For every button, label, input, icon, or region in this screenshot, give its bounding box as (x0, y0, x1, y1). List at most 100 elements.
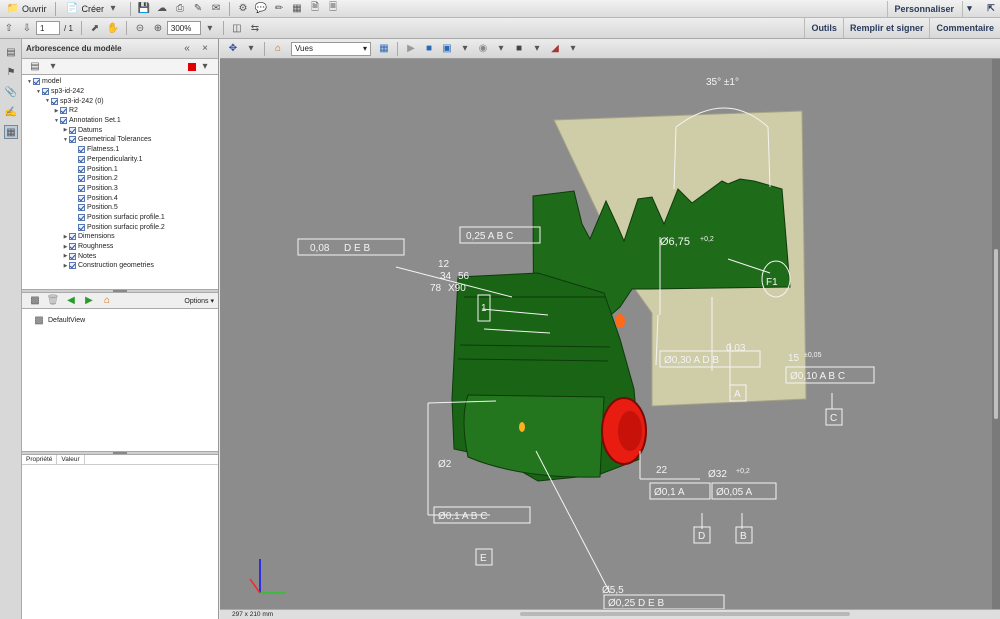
tree-item[interactable]: ▶ Construction geometries (22, 261, 218, 271)
chevron-down-icon[interactable]: ▾ (244, 42, 258, 56)
create-button[interactable]: 📄 Créer ▾ (60, 1, 127, 17)
tree-item[interactable]: ▼ Geometrical Tolerances (22, 135, 218, 145)
pages-icon[interactable]: ▤ (4, 45, 18, 59)
fit-width-icon[interactable]: ⇆ (248, 21, 262, 35)
expanded-icon[interactable]: ▼ (62, 137, 69, 143)
collapsed-icon[interactable]: ▶ (53, 108, 60, 114)
background-icon[interactable]: ■ (512, 42, 526, 56)
zoom-out-icon[interactable]: ⊝ (133, 21, 147, 35)
collapse-panel-icon[interactable]: « (180, 42, 194, 56)
tree-item[interactable]: Position.4 (22, 193, 218, 203)
model-tree-icon[interactable]: ▦ (4, 125, 18, 139)
tree-item[interactable]: Perpendicularity.1 (22, 155, 218, 165)
comment-link[interactable]: Commentaire (929, 18, 1000, 38)
open-button[interactable]: 📁 Ouvrir (0, 1, 51, 17)
visibility-checkbox[interactable] (69, 243, 76, 251)
horizontal-scrollbar[interactable] (520, 612, 850, 616)
views-options-menu[interactable]: Options ▾ (184, 297, 214, 305)
visibility-checkbox[interactable] (78, 184, 85, 192)
zoom-in-icon[interactable]: ⊕ (151, 21, 165, 35)
list-item[interactable]: ▩ DefaultView (30, 313, 210, 327)
chevron-down-icon[interactable]: ▾ (198, 60, 212, 74)
fit-page-icon[interactable]: ◫ (230, 21, 244, 35)
tree-item[interactable]: Position surfacic profile.2 (22, 222, 218, 232)
signatures-icon[interactable]: ✍ (4, 105, 18, 119)
visibility-checkbox[interactable] (78, 194, 85, 202)
delete-view-icon[interactable]: 🗑 (46, 294, 60, 308)
collapsed-icon[interactable]: ▶ (62, 234, 69, 240)
mail-icon[interactable]: ✉ (209, 2, 223, 16)
visibility-checkbox[interactable] (78, 165, 85, 173)
bookmarks-icon[interactable]: ⚑ (4, 65, 18, 79)
page-number-input[interactable]: 1 (36, 21, 60, 35)
visibility-checkbox[interactable] (78, 204, 85, 212)
visibility-checkbox[interactable] (60, 107, 67, 115)
visibility-checkbox[interactable] (33, 78, 40, 86)
tree-item[interactable]: Position.5 (22, 203, 218, 213)
play-icon[interactable]: ▶ (404, 42, 418, 56)
3d-scene[interactable]: 35° ±1° 0,08 D E B 0,25 A B C 12 34 56 7… (220, 59, 992, 609)
camera-icon[interactable]: ▩ (28, 294, 42, 308)
visibility-checkbox[interactable] (69, 126, 76, 134)
home-icon[interactable]: ⌂ (271, 42, 285, 56)
chevron-down-icon[interactable]: ▾ (494, 42, 508, 56)
render-mode-icon[interactable]: ■ (422, 42, 436, 56)
visibility-checkbox[interactable] (78, 155, 85, 163)
tree-item[interactable]: ▶ R2 (22, 106, 218, 116)
next-page-icon[interactable]: ⇩ (20, 21, 34, 35)
stamp-icon[interactable]: ▦ (290, 2, 304, 16)
visibility-checkbox[interactable] (78, 223, 85, 231)
chevron-down-icon[interactable]: ▾ (46, 60, 60, 74)
home-view-icon[interactable]: ⌂ (100, 294, 114, 308)
visibility-checkbox[interactable] (78, 213, 85, 221)
customize-menu[interactable]: Personnaliser ▾ (883, 0, 982, 17)
edit-icon[interactable]: ✎ (191, 2, 205, 16)
collapsed-icon[interactable]: ▶ (62, 127, 69, 133)
chevron-down-icon[interactable]: ▾ (203, 21, 217, 35)
visibility-checkbox[interactable] (78, 175, 85, 183)
save-icon[interactable]: 💾 (137, 2, 151, 16)
tree-item[interactable]: Position.1 (22, 164, 218, 174)
gear-icon[interactable]: ⚙ (236, 2, 250, 16)
camera-settings-icon[interactable]: ◉ (476, 42, 490, 56)
collapsed-icon[interactable]: ▶ (62, 263, 69, 269)
visibility-checkbox[interactable] (69, 136, 76, 144)
comment-icon[interactable]: 💬 (254, 2, 268, 16)
tree-item[interactable]: ▼ sp3-id-242 (0) (22, 96, 218, 106)
collapsed-icon[interactable]: ▶ (62, 244, 69, 250)
expanded-icon[interactable]: ▼ (35, 89, 42, 95)
tools-link[interactable]: Outils (804, 18, 843, 38)
next-view-icon[interactable]: ▶ (82, 294, 96, 308)
visibility-checkbox[interactable] (78, 146, 85, 154)
visibility-checkbox[interactable] (69, 262, 76, 270)
prev-page-icon[interactable]: ⇧ (2, 21, 16, 35)
visibility-checkbox[interactable] (42, 88, 49, 96)
visibility-checkbox[interactable] (69, 252, 76, 260)
tree-item[interactable]: Position.3 (22, 184, 218, 194)
lighting-icon[interactable]: ▣ (440, 42, 454, 56)
chevron-down-icon[interactable]: ▾ (530, 42, 544, 56)
expand-icon[interactable]: ⇱ (984, 0, 998, 17)
zoom-input[interactable]: 300% (166, 21, 201, 35)
upload-icon[interactable]: ☁ (155, 2, 169, 16)
hand-tool-icon[interactable]: ✋ (106, 21, 120, 35)
collapsed-icon[interactable]: ▶ (62, 253, 69, 259)
close-panel-icon[interactable]: × (198, 42, 212, 56)
expanded-icon[interactable]: ▼ (26, 79, 33, 85)
tree-item[interactable]: ▶ Datums (22, 125, 218, 135)
tree-item[interactable]: Flatness.1 (22, 145, 218, 155)
scroll-thumb[interactable] (994, 249, 998, 419)
highlight-icon[interactable]: ✏ (272, 2, 286, 16)
visibility-checkbox[interactable] (51, 97, 58, 105)
rotate-tool-icon[interactable]: ✥ (226, 42, 240, 56)
chevron-down-icon[interactable]: ▾ (566, 42, 580, 56)
document-icon[interactable]: 🗎 (308, 2, 322, 16)
tree-item[interactable]: ▼ model (22, 77, 218, 87)
background-color-swatch[interactable] (188, 62, 196, 71)
tree-view-icon[interactable]: ▤ (28, 60, 42, 74)
print-icon[interactable]: ⎙ (173, 2, 187, 16)
cross-section-icon[interactable]: ◢ (548, 42, 562, 56)
vertical-scrollbar[interactable] (992, 59, 1000, 611)
visibility-checkbox[interactable] (69, 233, 76, 241)
expanded-icon[interactable]: ▼ (44, 98, 51, 104)
